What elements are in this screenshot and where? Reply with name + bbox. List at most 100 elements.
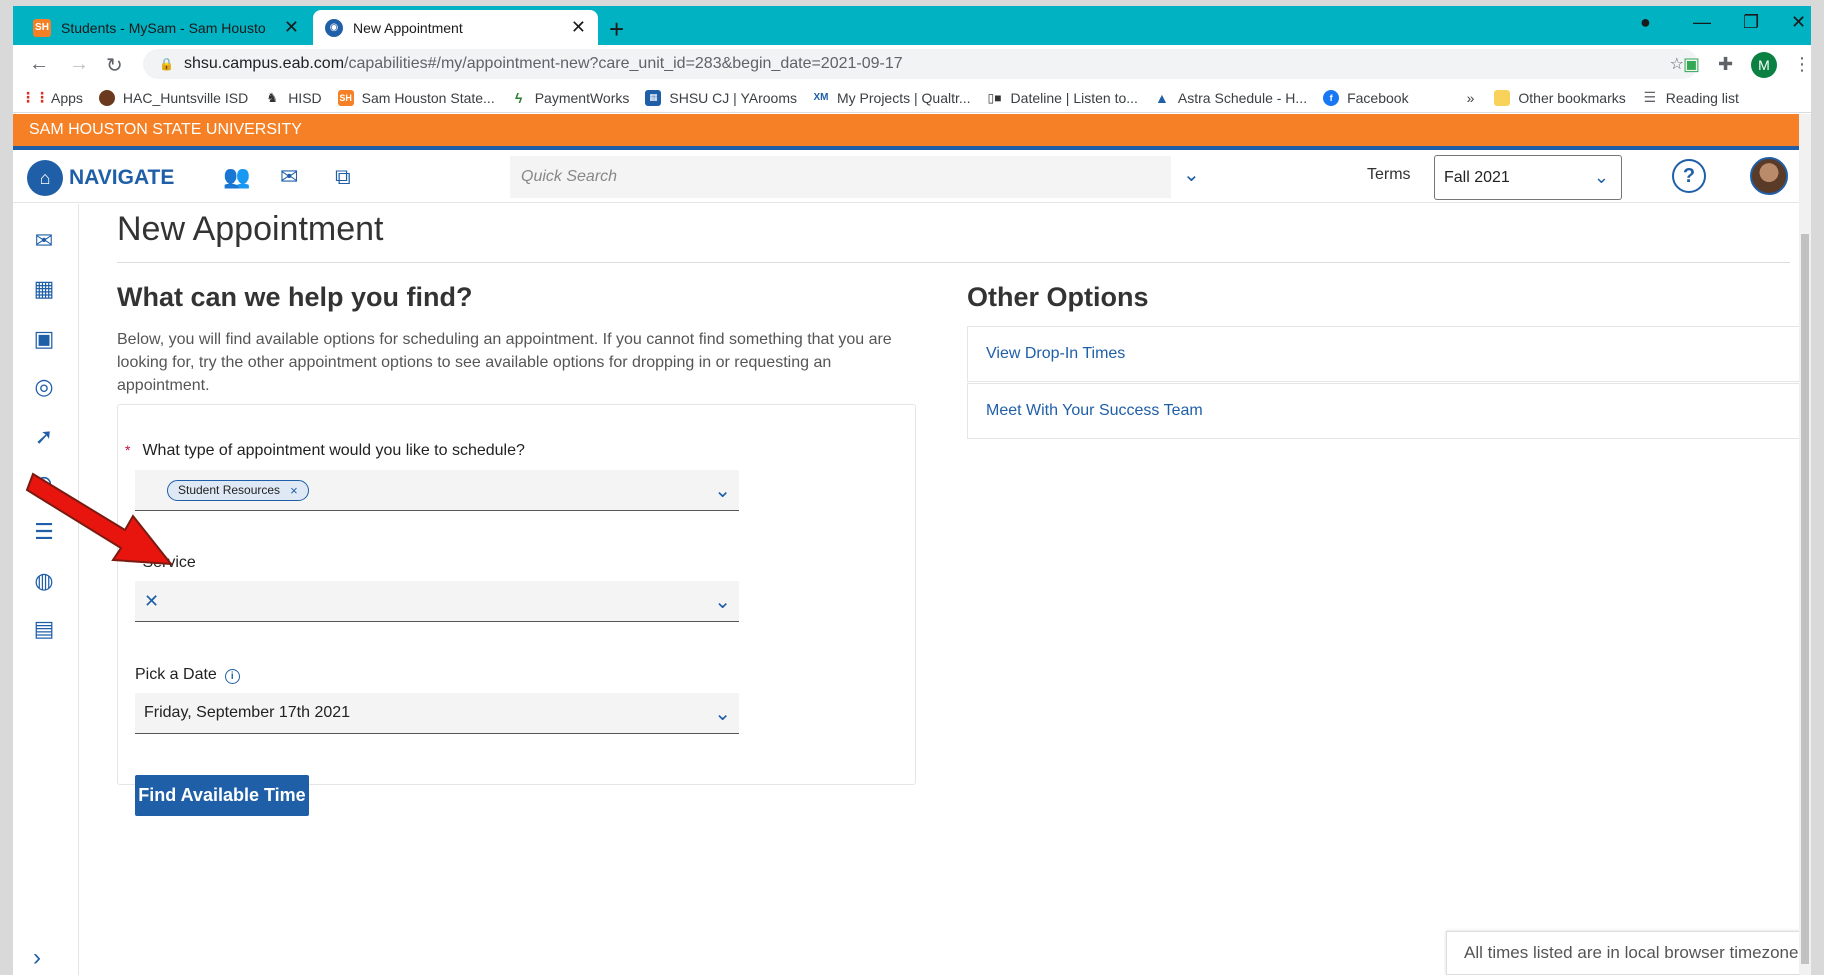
bookmark-star-icon[interactable]: ☆: [1670, 54, 1684, 74]
bookmark-hisd[interactable]: ♞ HISD: [264, 90, 321, 106]
url-host: shsu.campus.eab.com: [183, 55, 345, 72]
timezone-note: All times listed are in local browser ti…: [1446, 931, 1811, 975]
menu-kebab-icon[interactable]: ⋮: [1793, 54, 1811, 75]
left-rail: ✉ ▦ ▣ ◎ ➚ ⊕ ☰ ◍ ▤ ›: [13, 204, 79, 975]
url-input[interactable]: 🔒 shsu.campus.eab.com/capabilities#/my/a…: [143, 49, 1698, 79]
bookmark-other[interactable]: Other bookmarks: [1494, 89, 1626, 106]
address-bar: ← → ↻ 🔒 shsu.campus.eab.com/capabilities…: [13, 45, 1811, 83]
bookmark-qualtrics[interactable]: XM My Projects | Qualtr...: [813, 90, 970, 106]
more-bookmarks-icon[interactable]: »: [1467, 90, 1475, 106]
appointment-type-select[interactable]: Student Resources × ⌄: [135, 470, 739, 511]
apps-grid-icon: ⋮⋮: [21, 89, 49, 105]
switch-view-icon[interactable]: ⧉: [335, 164, 351, 190]
bookmark-apps[interactable]: ⋮⋮ Apps: [21, 89, 83, 106]
close-icon[interactable]: ✕: [284, 17, 299, 38]
bookmark-dateline[interactable]: ▯■ Dateline | Listen to...: [987, 90, 1138, 106]
folder-icon: [1494, 89, 1511, 106]
facebook-icon: f: [1323, 89, 1340, 106]
term-value: Fall 2021: [1444, 168, 1510, 186]
paymentworks-icon: ϟ: [515, 89, 523, 106]
intro-text: Below, you will find available options f…: [117, 331, 892, 394]
meet-success-team-link[interactable]: Meet With Your Success Team: [967, 383, 1803, 439]
shsu-favicon-icon: SH: [33, 18, 51, 37]
navigate-logo[interactable]: ⌂ NAVIGATE: [27, 160, 174, 196]
profile-menu-icon[interactable]: ●: [1640, 12, 1651, 33]
tab-students[interactable]: SH Students - MySam - Sam Housto ✕: [21, 10, 311, 45]
calendar-icon[interactable]: ▦: [29, 274, 59, 304]
navigate-logo-icon: ⌂: [27, 160, 63, 196]
url-path: /capabilities#/my/appointment-new?care_u…: [344, 55, 903, 72]
zoom-in-icon[interactable]: ⊕: [29, 469, 59, 499]
clear-icon[interactable]: ✕: [144, 591, 159, 612]
main-content: New Appointment What can we help you fin…: [79, 204, 1811, 975]
scrollbar[interactable]: [1799, 114, 1811, 975]
qualtrics-icon: XM: [813, 92, 829, 103]
card-icon[interactable]: ▣: [29, 324, 59, 354]
selected-type-chip: Student Resources ×: [167, 479, 309, 501]
tab-title: New Appointment: [353, 19, 463, 36]
help-icon[interactable]: ?: [1672, 159, 1706, 193]
divider: [117, 262, 1790, 263]
back-icon[interactable]: ←: [29, 53, 49, 76]
announcement-icon[interactable]: ◎: [29, 372, 59, 402]
tab-new-appointment[interactable]: ◉ New Appointment ✕: [313, 10, 598, 45]
quick-search-input[interactable]: Quick Search: [510, 156, 1171, 198]
bookmark-paymentworks[interactable]: ϟ PaymentWorks: [511, 89, 629, 106]
hac-icon: [98, 89, 115, 106]
user-avatar[interactable]: [1750, 157, 1788, 195]
pin-icon[interactable]: ➚: [29, 422, 59, 452]
bookmark-facebook[interactable]: f Facebook: [1323, 89, 1409, 106]
page-title: New Appointment: [117, 210, 384, 248]
app-header: ⌂ NAVIGATE 👥 ✉ ⧉ Quick Search ⌄ Terms Fa…: [13, 150, 1811, 203]
extension-icon[interactable]: ▣: [1683, 54, 1700, 75]
navigate-favicon-icon: ◉: [325, 18, 343, 37]
bookmark-hac[interactable]: HAC_Huntsville ISD: [98, 89, 248, 106]
remove-chip-icon[interactable]: ×: [290, 483, 298, 498]
lock-icon: 🔒: [159, 57, 174, 71]
service-select[interactable]: ✕ ⌄: [135, 581, 739, 622]
info-icon[interactable]: i: [224, 669, 240, 684]
find-available-time-button[interactable]: Find Available Time: [135, 775, 309, 816]
yarooms-icon: ▦: [645, 89, 662, 106]
chevron-down-icon: ⌄: [714, 702, 731, 725]
window-close-icon[interactable]: ✕: [1791, 12, 1806, 33]
chevron-down-icon: ⌄: [714, 479, 731, 502]
brand-name: NAVIGATE: [69, 166, 175, 189]
hisd-icon: ♞: [266, 89, 279, 105]
dateline-icon: ▯■: [987, 90, 1002, 105]
chevron-down-icon[interactable]: ⌄: [1183, 162, 1200, 187]
other-options-heading: Other Options: [967, 282, 1149, 312]
list-icon[interactable]: ☰: [29, 517, 59, 547]
mail-icon[interactable]: ✉: [280, 164, 298, 190]
people-icon[interactable]: 👥: [223, 164, 250, 190]
new-tab-icon[interactable]: +: [609, 14, 624, 45]
analytics-icon[interactable]: ◍: [29, 566, 59, 596]
profile-avatar[interactable]: M: [1751, 52, 1777, 78]
reports-icon[interactable]: ▤: [29, 614, 59, 644]
terms-select[interactable]: Fall 2021 ⌄: [1434, 155, 1622, 200]
find-heading: What can we help you find?: [117, 282, 473, 312]
close-icon[interactable]: ✕: [571, 17, 586, 38]
bookmark-yarooms[interactable]: ▦ SHSU CJ | YArooms: [645, 89, 797, 106]
service-label: * Service: [125, 554, 196, 571]
reading-list-icon: ☰: [1643, 89, 1657, 105]
tab-title: Students - MySam - Sam Housto: [61, 19, 266, 36]
bookmark-astra[interactable]: ▲ Astra Schedule - H...: [1154, 90, 1307, 106]
extensions-puzzle-icon[interactable]: ✚: [1718, 54, 1733, 75]
required-marker: *: [125, 442, 131, 458]
expand-rail-icon[interactable]: ›: [33, 944, 41, 972]
view-drop-in-times-link[interactable]: View Drop-In Times: [967, 326, 1803, 382]
scrollbar-thumb[interactable]: [1801, 234, 1809, 964]
forward-icon[interactable]: →: [69, 53, 89, 76]
shsu-icon: SH: [337, 89, 354, 106]
bookmark-sam-houston[interactable]: SH Sam Houston State...: [337, 89, 495, 106]
astra-icon: ▲: [1154, 89, 1169, 106]
restore-icon[interactable]: ❐: [1743, 12, 1759, 33]
date-select[interactable]: Friday, September 17th 2021 ⌄: [135, 693, 739, 734]
minimize-icon[interactable]: —: [1693, 12, 1711, 33]
bookmarks-bar: ⋮⋮ Apps HAC_Huntsville ISD ♞ HISD SH Sam Ho…: [13, 83, 1811, 113]
bookmark-reading-list[interactable]: ☰ Reading list: [1642, 89, 1738, 106]
reload-icon[interactable]: ↻: [106, 53, 123, 78]
messages-icon[interactable]: ✉: [29, 226, 59, 256]
required-marker: *: [125, 554, 131, 570]
